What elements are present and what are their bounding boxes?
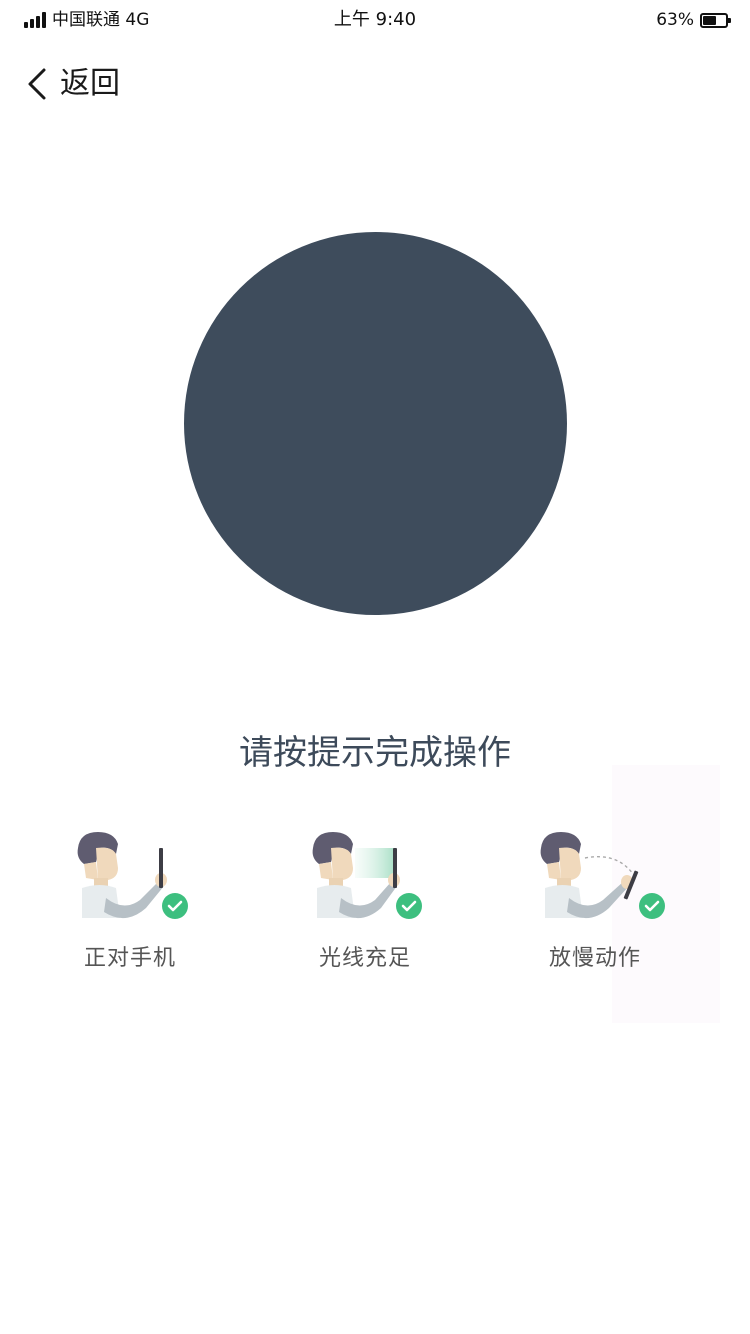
- status-right: 63%: [656, 8, 731, 32]
- green-check-icon: [396, 893, 422, 919]
- green-check-icon: [639, 893, 665, 919]
- tip-slow-motion: 放慢动作: [505, 822, 685, 992]
- face-phone-illustration: [77, 832, 188, 919]
- battery-icon: [700, 12, 731, 28]
- back-button[interactable]: 返回: [24, 62, 120, 106]
- chevron-left-icon: [28, 68, 46, 100]
- tips-row: 正对手机 光线充足 放慢动作: [0, 822, 750, 1002]
- good-lighting-illustration: [312, 832, 422, 919]
- status-bar: 中国联通 4G 上午 9:40 63%: [0, 0, 750, 40]
- back-label: 返回: [60, 66, 120, 101]
- battery-percent: 63%: [656, 10, 694, 30]
- status-time: 上午 9:40: [333, 9, 417, 30]
- tip-good-lighting: 光线充足: [275, 822, 455, 992]
- green-check-icon: [162, 893, 188, 919]
- tip-face-phone: 正对手机: [40, 822, 220, 992]
- slow-motion-illustration: [540, 832, 665, 919]
- battery-level-fill: [703, 15, 717, 25]
- face-capture-area: [184, 232, 567, 615]
- tip-label: 光线充足: [318, 946, 411, 971]
- tip-label: 正对手机: [83, 946, 176, 971]
- tip-label: 放慢动作: [548, 946, 641, 971]
